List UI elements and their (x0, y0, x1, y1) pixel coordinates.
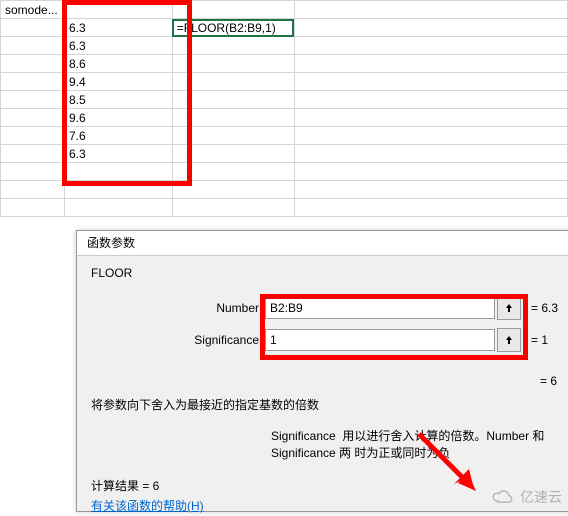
range-picker-icon (504, 303, 514, 313)
cell[interactable] (294, 91, 567, 109)
cell[interactable] (294, 109, 567, 127)
arg-desc-name: Significance (271, 429, 336, 443)
arg-row-significance: Significance = 1 (91, 328, 568, 352)
cell[interactable] (294, 127, 567, 145)
calc-result: 计算结果 = 6 (91, 477, 159, 494)
cell[interactable] (1, 199, 65, 217)
cell[interactable] (1, 37, 65, 55)
cell[interactable] (1, 181, 65, 199)
watermark: 亿速云 (490, 487, 562, 507)
cell[interactable] (1, 145, 65, 163)
arg-input-significance[interactable] (265, 329, 495, 351)
cell[interactable] (294, 37, 567, 55)
cell[interactable] (1, 73, 65, 91)
arg-result-number: = 6.3 (531, 301, 558, 315)
cell[interactable] (64, 199, 172, 217)
cell[interactable] (1, 127, 65, 145)
cell[interactable] (1, 163, 65, 181)
cell[interactable] (294, 199, 567, 217)
cell[interactable] (1, 91, 65, 109)
cell-rest[interactable] (294, 1, 567, 19)
cell[interactable] (1, 109, 65, 127)
dialog-title: 函数参数 (77, 231, 568, 256)
watermark-text: 亿速云 (520, 487, 562, 507)
cell[interactable] (172, 199, 294, 217)
cell[interactable] (294, 181, 567, 199)
cell[interactable] (1, 19, 65, 37)
arg-label-number: Number (91, 301, 265, 315)
range-picker-button[interactable] (497, 296, 521, 320)
cell[interactable] (1, 55, 65, 73)
arg-label-significance: Significance (91, 333, 265, 347)
cell[interactable] (294, 55, 567, 73)
function-help-link[interactable]: 有关该函数的帮助(H) (91, 497, 204, 514)
arg-result-significance: = 1 (531, 333, 548, 347)
function-arguments-dialog: 函数参数 FLOOR Number = 6.3 Significance = 1… (76, 230, 568, 512)
cell[interactable] (294, 73, 567, 91)
function-name: FLOOR (91, 266, 568, 280)
arg-input-number[interactable] (265, 297, 495, 319)
function-preview-result: = 6 (540, 374, 557, 388)
cell[interactable] (294, 163, 567, 181)
cell-a1[interactable]: somode... (1, 1, 65, 19)
annotation-box-column-b (62, 0, 192, 186)
cell[interactable] (294, 19, 567, 37)
function-description: 将参数向下舍入为最接近的指定基数的倍数 (91, 396, 568, 413)
cell[interactable] (294, 145, 567, 163)
cloud-icon (490, 488, 516, 506)
argument-description: Significance 用以进行舍入计算的倍数。Number 和 Signif… (91, 427, 568, 461)
range-picker-icon (504, 335, 514, 345)
arg-row-number: Number = 6.3 (91, 296, 568, 320)
range-picker-button[interactable] (497, 328, 521, 352)
